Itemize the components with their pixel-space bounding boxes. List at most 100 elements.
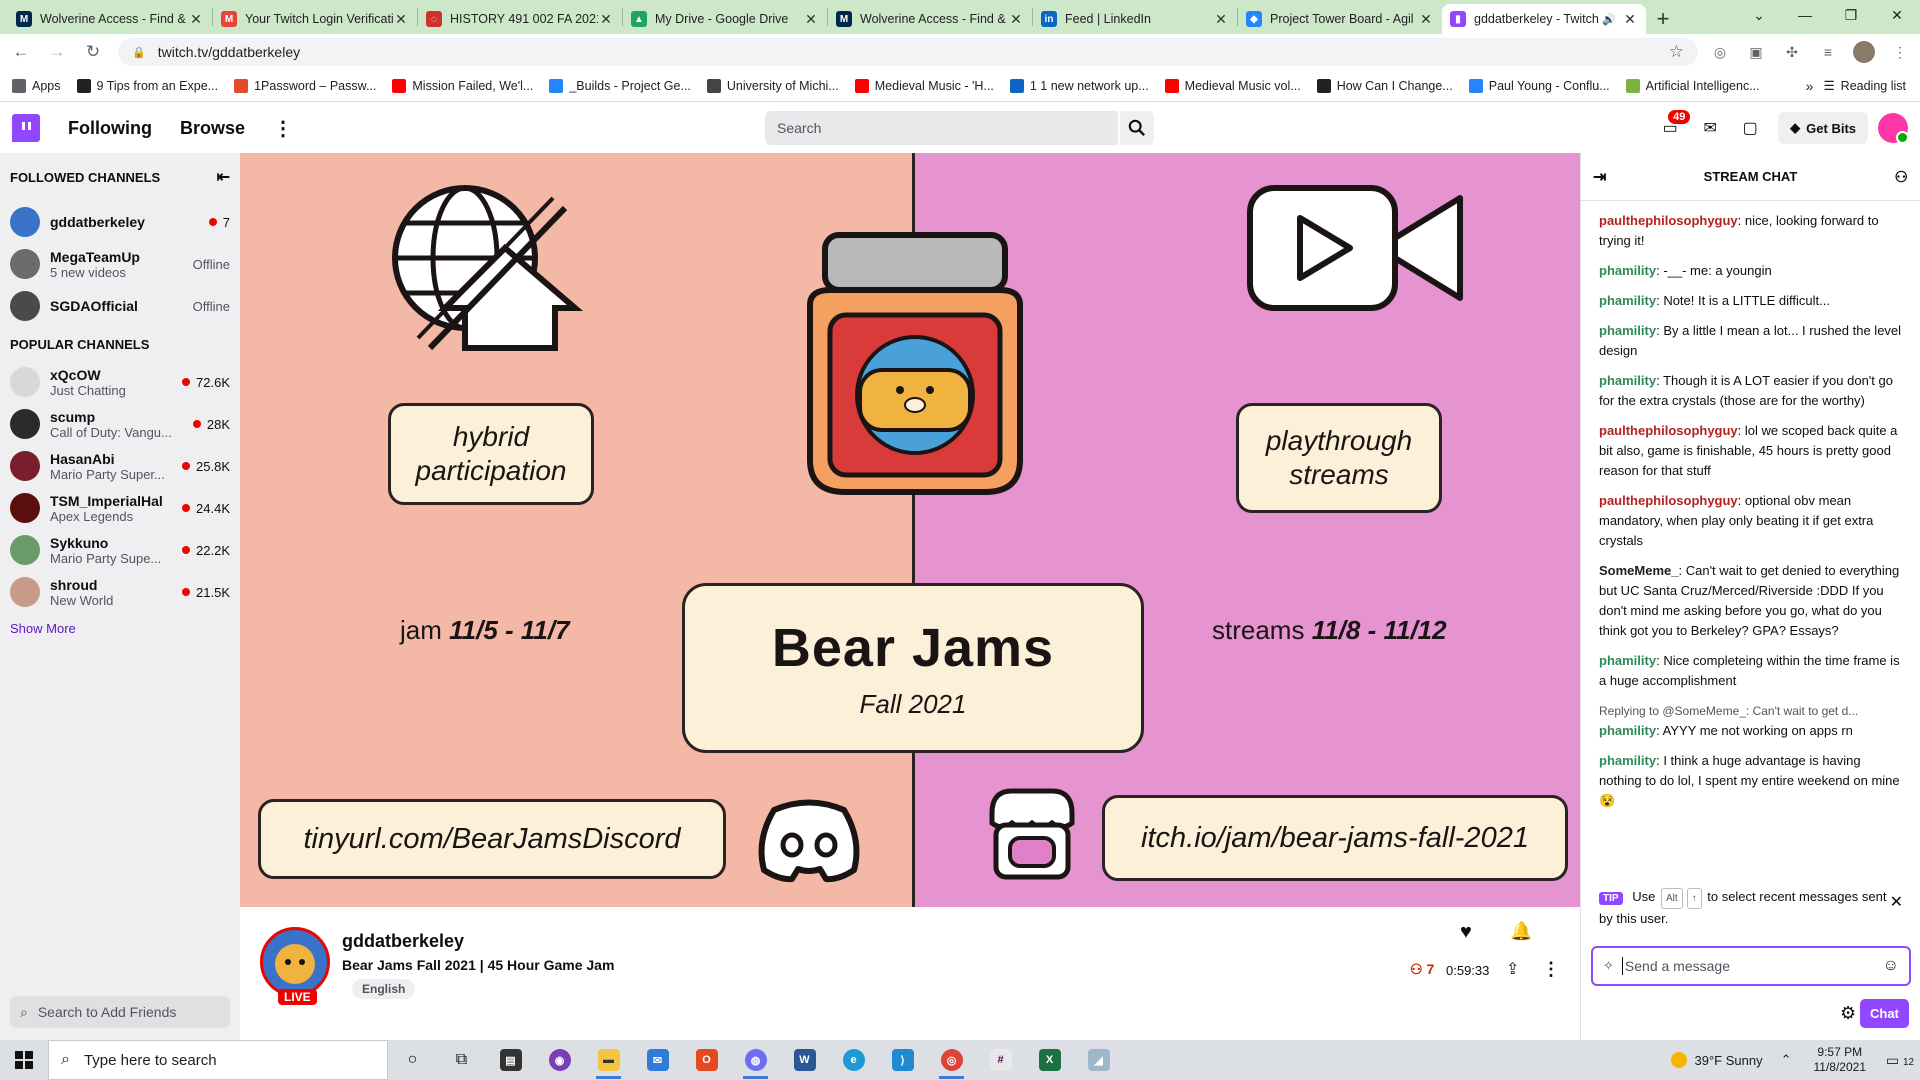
video-player[interactable]: hybrid participation playthrough streams…	[240, 153, 1580, 907]
share-icon[interactable]: ⇪	[1506, 959, 1519, 979]
browser-tab[interactable]: M Wolverine Access - Find & ✕	[8, 4, 212, 34]
taskbar-discord[interactable]: ◍	[731, 1040, 780, 1080]
minimize-button[interactable]: —	[1782, 0, 1828, 30]
nav-following[interactable]: Following	[68, 118, 152, 139]
streamer-avatar[interactable]	[260, 927, 330, 997]
more-options-icon[interactable]: ⋮	[273, 116, 293, 141]
chat-username[interactable]: SomeMeme_	[1599, 563, 1678, 578]
chat-username[interactable]: phamility	[1599, 653, 1656, 668]
browser-tab[interactable]: ◆ Project Tower Board - Agil ✕	[1238, 4, 1442, 34]
show-more-link[interactable]: Show More	[0, 613, 240, 644]
close-window-button[interactable]: ✕	[1874, 0, 1920, 30]
chat-username[interactable]: paulthephilosophyguy	[1599, 213, 1738, 228]
notification-bell-icon[interactable]: 🔔	[1510, 921, 1532, 942]
collapse-chat-icon[interactable]: ⇥	[1593, 167, 1606, 187]
tab-close-icon[interactable]: ✕	[1418, 11, 1434, 28]
chat-username[interactable]: paulthephilosophyguy	[1599, 493, 1738, 508]
tab-close-icon[interactable]: ✕	[1622, 11, 1638, 28]
chat-username[interactable]: phamility	[1599, 323, 1656, 338]
chat-username[interactable]: phamility	[1599, 293, 1656, 308]
taskbar-chrome[interactable]: ◎	[927, 1040, 976, 1080]
search-input[interactable]: Search	[765, 111, 1118, 145]
activity-button[interactable]: ▢	[1732, 110, 1768, 146]
chat-username[interactable]: phamility	[1599, 753, 1656, 768]
twitch-logo-icon[interactable]	[12, 114, 40, 142]
taskbar-vscode[interactable]: ⟩	[878, 1040, 927, 1080]
taskbar-office[interactable]: O	[682, 1040, 731, 1080]
more-options-icon[interactable]: ⋮	[1542, 959, 1560, 980]
nav-browse[interactable]: Browse	[180, 118, 245, 139]
browser-tab[interactable]: in Feed | LinkedIn ✕	[1033, 4, 1237, 34]
chat-send-button[interactable]: Chat	[1860, 999, 1909, 1028]
tray-expand-icon[interactable]: ⌃	[1781, 1052, 1792, 1068]
sidebar-channel[interactable]: scump Call of Duty: Vangu... 28K	[0, 403, 240, 445]
bookmark-item[interactable]: Artificial Intelligenc...	[1625, 78, 1760, 93]
new-tab-button[interactable]: +	[1646, 4, 1680, 34]
extensions-puzzle-icon[interactable]: ✣	[1778, 38, 1806, 66]
bookmark-item[interactable]: How Can I Change...	[1316, 78, 1453, 93]
follow-heart-icon[interactable]: ♥	[1460, 921, 1472, 944]
bookmark-item[interactable]: 9 Tips from an Expe...	[76, 78, 218, 93]
taskbar-mail[interactable]: ✉	[633, 1040, 682, 1080]
community-icon[interactable]: ⚇	[1895, 168, 1908, 186]
url-bar[interactable]: 🔒 twitch.tv/gddatberkeley ☆	[118, 38, 1698, 66]
browser-tab[interactable]: ▲ My Drive - Google Drive ✕	[623, 4, 827, 34]
clock[interactable]: 9:57 PM 11/8/2021	[1814, 1045, 1867, 1075]
tab-search-icon[interactable]: ⌄	[1736, 0, 1782, 30]
bookmark-item[interactable]: _Builds - Project Ge...	[549, 78, 691, 93]
taskbar-edge[interactable]: e	[829, 1040, 878, 1080]
chat-username[interactable]: paulthephilosophyguy	[1599, 423, 1738, 438]
cortana-icon[interactable]: ○	[388, 1040, 437, 1080]
profile-avatar[interactable]	[1850, 38, 1878, 66]
sidebar-channel[interactable]: gddatberkeley 7	[0, 201, 240, 243]
tab-close-icon[interactable]: ✕	[1008, 11, 1024, 28]
tab-close-icon[interactable]: ✕	[598, 11, 614, 28]
bookmark-item[interactable]: Medieval Music vol...	[1164, 78, 1301, 93]
bookmark-item[interactable]: 1Password – Passw...	[234, 78, 376, 93]
friend-search-input[interactable]: ⌕ Search to Add Friends	[10, 996, 230, 1028]
taskbar-search-input[interactable]: ⌕ Type here to search	[48, 1040, 388, 1080]
search-button[interactable]	[1120, 111, 1154, 145]
sidebar-channel[interactable]: MegaTeamUp 5 new videos Offline	[0, 243, 240, 285]
streamer-name[interactable]: gddatberkeley	[342, 931, 464, 952]
browser-menu-icon[interactable]: ⋮	[1886, 38, 1914, 66]
extension-icon[interactable]: ◎	[1706, 38, 1734, 66]
restore-button[interactable]: ❐	[1828, 0, 1874, 30]
notification-center-button[interactable]: ▭ 12	[1880, 1052, 1920, 1069]
reload-button[interactable]: ↻	[78, 37, 108, 67]
bits-icon[interactable]: ✧	[1603, 958, 1614, 974]
taskbar-word[interactable]: W	[780, 1040, 829, 1080]
chat-username[interactable]: phamility	[1599, 373, 1656, 388]
browser-tab[interactable]: M Your Twitch Login Verificati ✕	[213, 4, 417, 34]
tab-audio-icon[interactable]: 🔊	[1602, 13, 1616, 26]
tab-close-icon[interactable]: ✕	[803, 11, 819, 28]
taskbar-app-misc[interactable]: ◢	[1074, 1040, 1123, 1080]
taskbar-file-explorer[interactable]: ▬	[584, 1040, 633, 1080]
sidebar-channel[interactable]: xQcOW Just Chatting 72.6K	[0, 361, 240, 403]
emote-picker-icon[interactable]: ☺	[1883, 957, 1899, 975]
weather-text[interactable]: 39°F Sunny	[1695, 1053, 1763, 1068]
bookmark-item[interactable]: Paul Young - Conflu...	[1468, 78, 1610, 93]
bookmark-item[interactable]: Mission Failed, We'l...	[392, 78, 533, 93]
more-bookmarks-icon[interactable]: »	[1806, 78, 1814, 94]
taskbar-app-store[interactable]: ▤	[486, 1040, 535, 1080]
tab-close-icon[interactable]: ✕	[188, 11, 204, 28]
notifications-button[interactable]: ▭ 49	[1652, 110, 1691, 146]
back-button[interactable]: ←	[6, 37, 36, 67]
chat-username[interactable]: phamility	[1599, 723, 1656, 738]
taskbar-slack[interactable]: #	[976, 1040, 1025, 1080]
taskbar-excel[interactable]: X	[1025, 1040, 1074, 1080]
chat-username[interactable]: phamility	[1599, 263, 1656, 278]
tab-close-icon[interactable]: ✕	[1213, 11, 1229, 28]
sidebar-channel[interactable]: Sykkuno Mario Party Supe... 22.2K	[0, 529, 240, 571]
sidebar-channel[interactable]: SGDAOfficial Offline	[0, 285, 240, 327]
extension-icon[interactable]: ▣	[1742, 38, 1770, 66]
whispers-button[interactable]: ✉	[1692, 110, 1728, 146]
user-avatar[interactable]	[1878, 113, 1909, 144]
browser-tab[interactable]: ▮ gddatberkeley - Twitch 🔊 ✕	[1442, 4, 1646, 34]
chat-message-input[interactable]: ✧ Send a message ☺	[1591, 946, 1911, 986]
browser-tab[interactable]: M Wolverine Access - Find & ✕	[828, 4, 1032, 34]
media-control-icon[interactable]: ≡	[1814, 38, 1842, 66]
reading-list-button[interactable]: ☰ Reading list	[1823, 78, 1906, 94]
bookmark-star-icon[interactable]: ☆	[1669, 42, 1684, 62]
